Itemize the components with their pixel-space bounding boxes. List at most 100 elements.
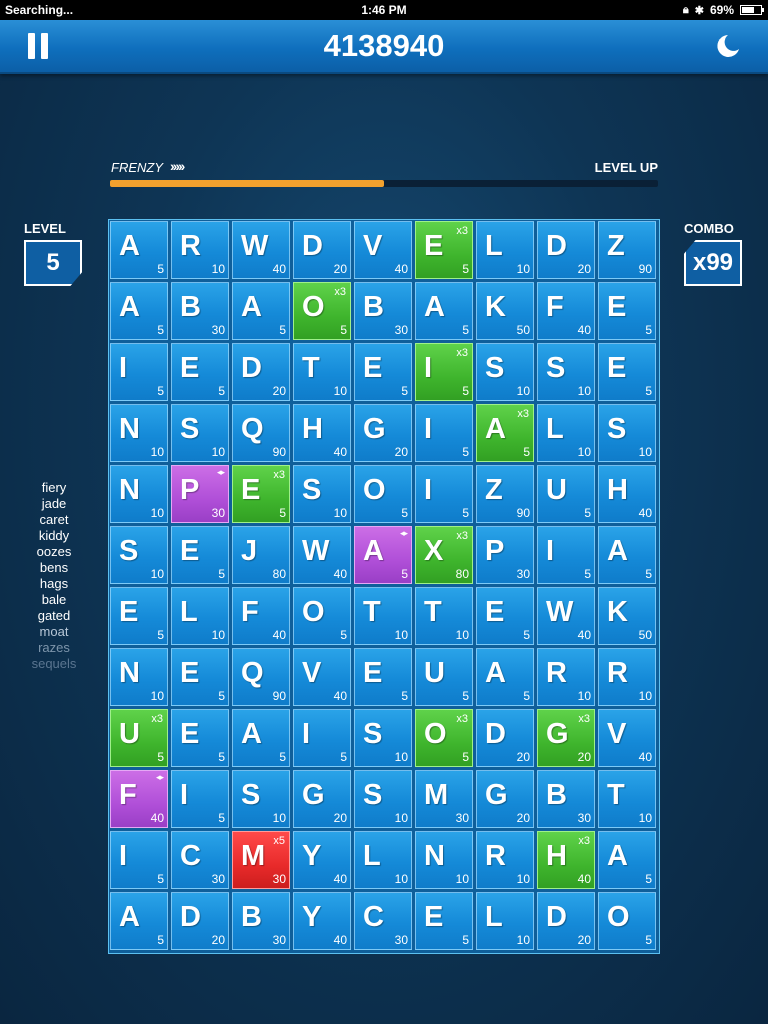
letter-tile[interactable]: I5 (293, 709, 351, 767)
letter-tile[interactable]: D 20 (171, 892, 229, 950)
letter-tile[interactable]: S 10 (293, 465, 351, 523)
letter-tile[interactable]: Y 40 (293, 831, 351, 889)
letter-tile[interactable]: L 10 (537, 404, 595, 462)
letter-tile[interactable]: U5 (537, 465, 595, 523)
letter-tile[interactable]: E 5 x3 (232, 465, 290, 523)
letter-tile[interactable]: C 30 (354, 892, 412, 950)
letter-tile[interactable]: A5 (110, 892, 168, 950)
letter-tile[interactable]: B 30 (171, 282, 229, 340)
letter-tile[interactable]: B 30 (232, 892, 290, 950)
letter-tile[interactable]: X 80 x3 (415, 526, 473, 584)
letter-tile[interactable]: M 30 x5 (232, 831, 290, 889)
letter-tile[interactable]: A5 (415, 282, 473, 340)
letter-tile[interactable]: H 40 (293, 404, 351, 462)
letter-tile[interactable]: D 20 (476, 709, 534, 767)
letter-tile[interactable]: L 10 (476, 892, 534, 950)
letter-tile[interactable]: D 20 (232, 343, 290, 401)
letter-tile[interactable]: E5 (171, 709, 229, 767)
letter-tile[interactable]: S 10 (537, 343, 595, 401)
letter-tile[interactable]: R 10 (537, 648, 595, 706)
letter-tile[interactable]: S 10 (598, 404, 656, 462)
letter-tile[interactable]: I5 (415, 465, 473, 523)
night-mode-button[interactable] (714, 32, 742, 60)
letter-tile[interactable]: P 30 ◂▸ (171, 465, 229, 523)
letter-tile[interactable]: O5 (354, 465, 412, 523)
letter-tile[interactable]: G 20 (354, 404, 412, 462)
letter-tile[interactable]: S 10 (476, 343, 534, 401)
letter-tile[interactable]: B 30 (537, 770, 595, 828)
letter-tile[interactable]: V 40 (293, 648, 351, 706)
letter-tile[interactable]: N 10 (110, 648, 168, 706)
letter-tile[interactable]: M 30 (415, 770, 473, 828)
letter-tile[interactable]: L 10 (171, 587, 229, 645)
letter-tile[interactable]: N 10 (110, 465, 168, 523)
letter-tile[interactable]: E5 (171, 526, 229, 584)
letter-tile[interactable]: A5 (110, 221, 168, 279)
letter-tile[interactable]: K 50 (476, 282, 534, 340)
letter-tile[interactable]: H 40 x3 (537, 831, 595, 889)
letter-tile[interactable]: O 5 x3 (415, 709, 473, 767)
letter-tile[interactable]: E5 (354, 343, 412, 401)
letter-tile[interactable]: T 10 (354, 587, 412, 645)
letter-tile[interactable]: Z 90 (598, 221, 656, 279)
letter-tile[interactable]: D 20 (293, 221, 351, 279)
letter-tile[interactable]: S 10 (354, 770, 412, 828)
letter-tile[interactable]: Z 90 (476, 465, 534, 523)
letter-tile[interactable]: O 5 x3 (293, 282, 351, 340)
letter-tile[interactable]: U 5 x3 (110, 709, 168, 767)
letter-tile[interactable]: I5 (110, 831, 168, 889)
letter-tile[interactable]: G 20 (476, 770, 534, 828)
letter-tile[interactable]: L 10 (354, 831, 412, 889)
letter-tile[interactable]: A5 (232, 282, 290, 340)
letter-tile[interactable]: W 40 (293, 526, 351, 584)
letter-tile[interactable]: I5 (171, 770, 229, 828)
letter-tile[interactable]: A5 (598, 831, 656, 889)
letter-tile[interactable]: T 10 (598, 770, 656, 828)
letter-tile[interactable]: I5 (537, 526, 595, 584)
letter-tile[interactable]: E5 (171, 648, 229, 706)
letter-tile[interactable]: E5 (110, 587, 168, 645)
letter-tile[interactable]: I5 (415, 404, 473, 462)
letter-tile[interactable]: Q 90 (232, 404, 290, 462)
letter-tile[interactable]: F 40 (537, 282, 595, 340)
letter-tile[interactable]: T 10 (293, 343, 351, 401)
letter-tile[interactable]: E5 (598, 282, 656, 340)
letter-tile[interactable]: A5 (598, 526, 656, 584)
letter-tile[interactable]: I5 (110, 343, 168, 401)
letter-tile[interactable]: A 5 x3 (476, 404, 534, 462)
letter-tile[interactable]: T 10 (415, 587, 473, 645)
letter-tile[interactable]: S 10 (354, 709, 412, 767)
letter-tile[interactable]: E5 (598, 343, 656, 401)
letter-tile[interactable]: N 10 (110, 404, 168, 462)
letter-tile[interactable]: S 10 (232, 770, 290, 828)
letter-tile[interactable]: O5 (598, 892, 656, 950)
letter-tile[interactable]: W 40 (232, 221, 290, 279)
letter-tile[interactable]: R 10 (598, 648, 656, 706)
letter-tile[interactable]: V 40 (598, 709, 656, 767)
letter-tile[interactable]: E5 (171, 343, 229, 401)
letter-tile[interactable]: D 20 (537, 892, 595, 950)
letter-tile[interactable]: L 10 (476, 221, 534, 279)
letter-tile[interactable]: W 40 (537, 587, 595, 645)
letter-tile[interactable]: S 10 (110, 526, 168, 584)
letter-tile[interactable]: F 40 (232, 587, 290, 645)
letter-tile[interactable]: S 10 (171, 404, 229, 462)
letter-tile[interactable]: A5 (232, 709, 290, 767)
letter-tile[interactable]: J 80 (232, 526, 290, 584)
letter-tile[interactable]: E5 (415, 892, 473, 950)
letter-tile[interactable]: I 5 x3 (415, 343, 473, 401)
letter-tile[interactable]: G 20 (293, 770, 351, 828)
letter-tile[interactable]: Y 40 (293, 892, 351, 950)
letter-tile[interactable]: E5 (476, 587, 534, 645)
letter-tile[interactable]: E 5 x3 (415, 221, 473, 279)
letter-tile[interactable]: P 30 (476, 526, 534, 584)
letter-tile[interactable]: Q 90 (232, 648, 290, 706)
letter-tile[interactable]: N 10 (415, 831, 473, 889)
letter-tile[interactable]: A5 (476, 648, 534, 706)
letter-tile[interactable]: K 50 (598, 587, 656, 645)
letter-tile[interactable]: G 20 x3 (537, 709, 595, 767)
letter-tile[interactable]: D 20 (537, 221, 595, 279)
letter-tile[interactable]: U5 (415, 648, 473, 706)
letter-tile[interactable]: H 40 (598, 465, 656, 523)
letter-tile[interactable]: C 30 (171, 831, 229, 889)
